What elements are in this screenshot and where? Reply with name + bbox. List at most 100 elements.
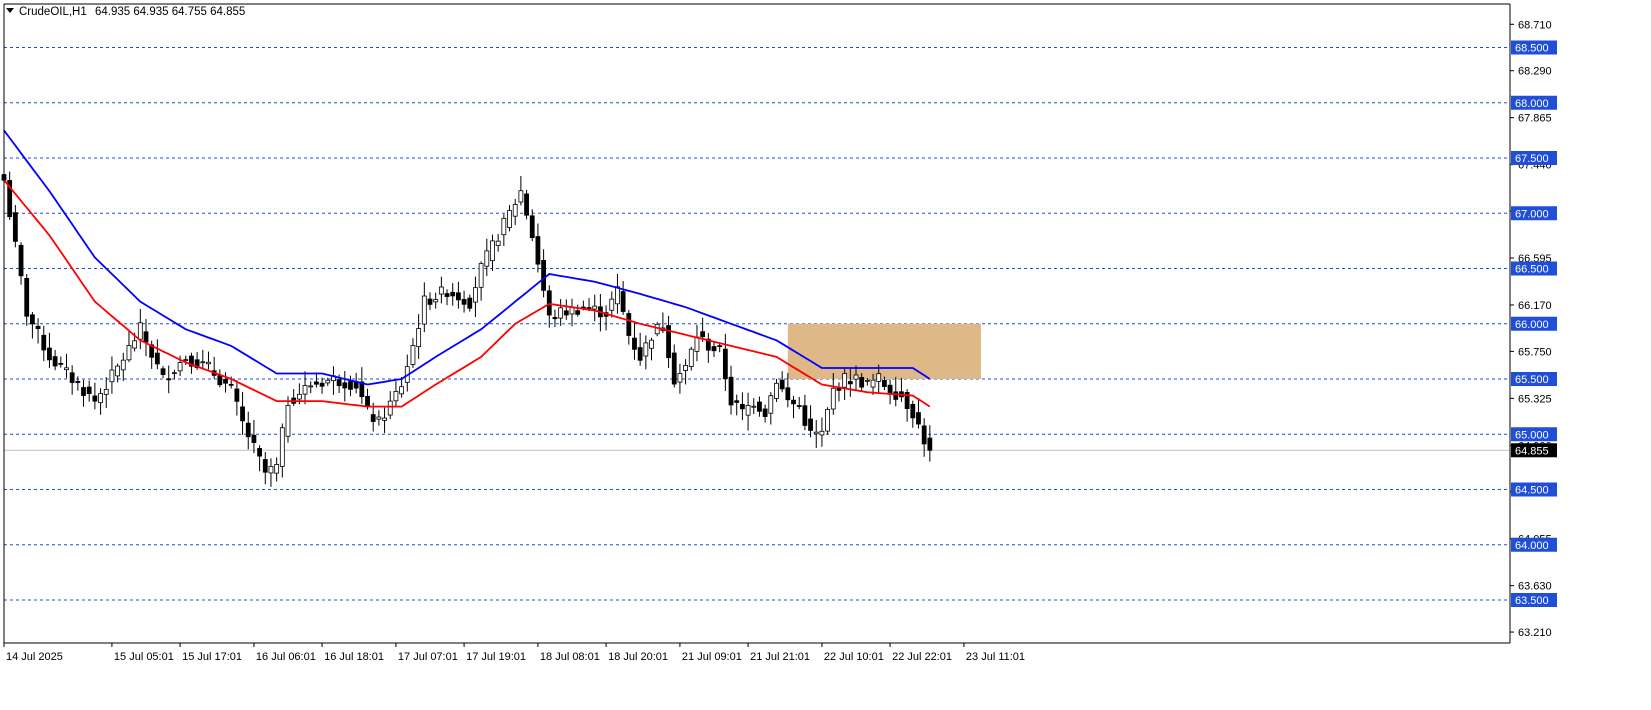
candle-body-bull [325, 379, 331, 384]
candle-body-bear [450, 291, 456, 297]
x-tick-label: 16 Jul 06:01 [256, 651, 316, 663]
candle-body-bear [916, 412, 921, 425]
candle-body-bear [563, 310, 569, 316]
candle-body-bull [842, 373, 848, 388]
ohlc-label: 64.935 64.935 64.755 64.855 [95, 6, 245, 18]
level-badge-label: 67.000 [1515, 208, 1549, 220]
candle-body-bear [671, 352, 677, 385]
candle-body-bull [200, 361, 206, 364]
candle-body-bull [512, 204, 518, 217]
candle-body-bear [700, 331, 706, 338]
level-badge-label: 64.500 [1515, 485, 1549, 497]
candle-body-bull [183, 359, 189, 362]
y-tick-label: 65.325 [1518, 393, 1552, 405]
candle-body-bear [808, 418, 813, 431]
candle-body-bull [490, 240, 495, 262]
candle-body-bear [35, 325, 41, 329]
candle-body-bull [274, 464, 280, 474]
candle-body-bear [342, 382, 348, 389]
level-badge-label: 68.500 [1515, 43, 1549, 55]
candle-body-bear [427, 298, 433, 305]
level-badge: 66.000 [1511, 316, 1557, 331]
candle-body-bull [694, 336, 700, 352]
candle-body-bear [444, 293, 450, 297]
candle-body-bear [796, 405, 802, 407]
candle-body-bear [143, 331, 149, 343]
x-tick-label: 16 Jul 18:01 [324, 651, 384, 663]
candle-body-bear [632, 337, 637, 350]
x-tick-label: 18 Jul 08:01 [540, 651, 600, 663]
candle-body-bull [507, 210, 512, 228]
y-tick-label: 68.710 [1518, 19, 1552, 31]
y-tick-label: 68.290 [1518, 66, 1552, 78]
level-badge-label: 67.500 [1515, 153, 1549, 165]
x-tick-label: 15 Jul 05:01 [114, 651, 174, 663]
candle-body-bull [410, 345, 416, 365]
candle-body-bull [484, 250, 490, 267]
candle-body-bear [728, 376, 734, 406]
supply-zone [787, 323, 981, 379]
candle-body-bear [552, 317, 558, 320]
y-tick-label: 65.750 [1518, 346, 1552, 358]
candle-body-bear [859, 377, 865, 388]
candle-body-bear [319, 382, 325, 387]
candle-body-bear [802, 405, 808, 426]
candle-body-bull [501, 217, 507, 236]
level-badge-label: 63.500 [1515, 595, 1549, 607]
candle-body-bear [910, 403, 916, 419]
candle-body-bear [251, 434, 257, 443]
candle-body-bull [387, 400, 393, 416]
candle-body-bull [864, 379, 870, 382]
candle-body-bull [615, 286, 620, 305]
candle-body-bear [52, 356, 58, 367]
candle-body-bear [257, 448, 263, 457]
candle-body-bear [757, 401, 762, 412]
candle-body-bear [81, 387, 86, 396]
candle-body-bull [126, 345, 132, 361]
candle-body-bear [29, 314, 35, 325]
candle-body-bull [416, 328, 422, 348]
level-badge: 65.000 [1511, 427, 1557, 442]
candle-body-bull [132, 340, 138, 349]
candle-body-bull [285, 405, 291, 437]
candle-body-bear [586, 307, 592, 309]
level-badge: 68.000 [1511, 95, 1557, 110]
level-badge-label: 65.000 [1515, 429, 1549, 441]
candle-body-bear [575, 310, 581, 315]
candle-body-bear [535, 236, 541, 265]
candle [524, 189, 529, 220]
candle-body-bear [847, 381, 853, 385]
candle-body-bull [421, 295, 427, 325]
candle-body-bear [541, 259, 546, 291]
candle-body-bull [393, 391, 399, 402]
candle-body-bull [103, 389, 109, 395]
candle-body-bull [876, 373, 882, 382]
candle-body-bull [592, 305, 598, 310]
candle-body-bear [47, 347, 52, 361]
candle-body-bear [160, 368, 166, 376]
candle-body-bull [64, 367, 69, 371]
candle-body-bear [154, 352, 160, 365]
candle-body-bull [296, 393, 302, 400]
candle-body-bear [166, 378, 172, 381]
current-price-badge: 64.855 [1511, 443, 1557, 458]
candle-body-bull [774, 382, 779, 399]
candle-body-bull [813, 431, 819, 435]
y-tick-label: 67.865 [1518, 113, 1552, 125]
candle-body-bear [927, 437, 933, 451]
candle-body-bear [893, 391, 899, 400]
candle-body-bear [455, 292, 461, 301]
candle-body-bear [262, 459, 268, 473]
candle-body-bear [467, 297, 473, 309]
candle-body-bear [75, 381, 81, 383]
y-tick-label: 63.210 [1518, 627, 1552, 639]
candle-body-bull [302, 385, 308, 395]
candle-body-bull [683, 364, 688, 371]
candle-body-bear [717, 345, 723, 348]
candle-body-bear [370, 414, 376, 422]
x-tick-label: 18 Jul 20:01 [608, 651, 668, 663]
candle-body-bear [228, 383, 234, 386]
candle-body-bear [785, 387, 791, 401]
price-chart: 68.71068.29067.86567.44067.02066.59566.1… [0, 0, 1651, 705]
candle-body-bull [438, 286, 444, 295]
